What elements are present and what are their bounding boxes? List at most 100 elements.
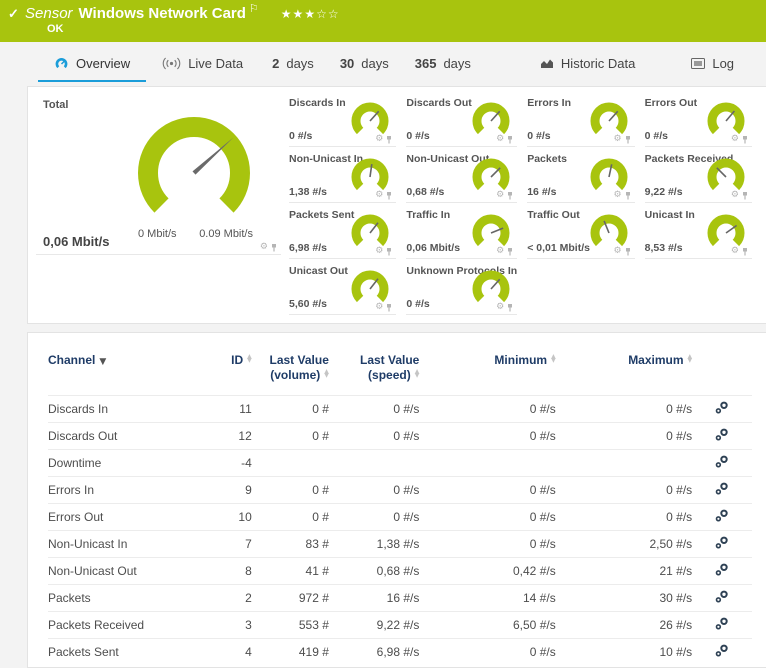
cell-channel[interactable]: Packets	[48, 584, 196, 612]
cell-minimum: 0 #/s	[419, 530, 556, 558]
channel-gauge-cell[interactable]: Non-Unicast Out 0,68 #/s ⚙	[406, 153, 518, 203]
column-header-maximum[interactable]: Maximum ▲ ▼	[556, 353, 692, 396]
channel-settings-icon[interactable]	[715, 563, 729, 580]
cell-last-value-volume: 0 #	[251, 395, 329, 423]
channel-gauge-cell[interactable]: Unicast Out 5,60 #/s ⚙	[289, 265, 397, 315]
gauge-pin-icon[interactable]	[385, 247, 393, 256]
column-label: Last Value	[359, 353, 420, 367]
gauge-pin-icon[interactable]	[741, 191, 749, 200]
channel-settings-icon[interactable]	[715, 644, 729, 661]
cell-last-value-volume	[251, 449, 329, 477]
column-label: (volume)	[270, 368, 321, 382]
channel-gauge-value: 0,06 Mbit/s	[406, 242, 461, 254]
gauge-settings-icon[interactable]: ⚙	[375, 191, 383, 200]
sort-icon: ▲ ▼	[414, 367, 420, 379]
gauge-settings-icon[interactable]: ⚙	[375, 303, 383, 312]
channel-gauge-cell[interactable]: Discards In 0 #/s ⚙	[289, 97, 397, 147]
tab-historic-data[interactable]: Historic Data	[524, 46, 651, 82]
gauge-settings-icon[interactable]: ⚙	[731, 247, 739, 256]
column-header-id[interactable]: ID ▲ ▼	[195, 353, 252, 396]
cell-maximum: 0 #/s	[555, 395, 693, 423]
channel-gauge-cell[interactable]: Non-Unicast In 1,38 #/s ⚙	[289, 153, 397, 203]
gauge-pin-icon[interactable]	[624, 191, 632, 200]
gauge-settings-icon[interactable]: ⚙	[496, 191, 504, 200]
column-header-last-value-speed[interactable]: Last Value (speed) ▲ ▼	[329, 353, 419, 396]
channel-gauge-cell[interactable]: Errors Out 0 #/s ⚙	[644, 97, 752, 147]
gauge-settings-icon[interactable]: ⚙	[731, 191, 739, 200]
gauge-settings-icon[interactable]: ⚙	[496, 247, 504, 256]
gauge-pin-icon[interactable]	[385, 135, 393, 144]
gauge-settings-icon[interactable]: ⚙	[375, 135, 383, 144]
sort-icon: ▲ ▼	[551, 352, 556, 364]
gauge-pin-icon[interactable]	[270, 243, 278, 252]
cell-channel[interactable]: Non-Unicast In	[48, 530, 196, 558]
gauge-settings-icon[interactable]: ⚙	[375, 247, 383, 256]
column-header-minimum[interactable]: Minimum ▲ ▼	[419, 353, 555, 396]
channel-gauge-cell[interactable]: Discards Out 0 #/s ⚙	[406, 97, 518, 147]
cell-channel[interactable]: Packets Received	[48, 611, 196, 639]
channel-gauge-cell[interactable]: Errors In 0 #/s ⚙	[527, 97, 635, 147]
channel-gauge-cell[interactable]: Unicast In 8,53 #/s ⚙	[644, 209, 752, 259]
channel-gauge-value: 0,68 #/s	[406, 186, 445, 198]
gauge-pin-icon[interactable]	[624, 135, 632, 144]
channel-settings-icon[interactable]	[715, 482, 729, 499]
gauge-settings-icon[interactable]: ⚙	[731, 135, 739, 144]
channel-gauge-cell[interactable]: Packets Received 9,22 #/s ⚙	[644, 153, 752, 203]
gauge-pin-icon[interactable]	[506, 135, 514, 144]
tab-overview[interactable]: Overview	[38, 46, 147, 82]
cell-last-value-speed: 1,38 #/s	[328, 530, 420, 558]
cell-minimum: 0 #/s	[419, 476, 556, 504]
total-gauge-cell[interactable]: Total 0,06 Mbit/s 0 Mbit/s 0.09 Mbit/s ⚙	[36, 95, 281, 255]
cell-channel[interactable]: Discards Out	[48, 422, 196, 450]
cell-channel[interactable]: Discards In	[48, 395, 196, 423]
gauge-settings-icon[interactable]: ⚙	[260, 243, 268, 252]
cell-maximum	[555, 449, 693, 477]
cell-maximum: 21 #/s	[555, 557, 693, 585]
channel-table-panel: Channel ▼ ID ▲ ▼ Last Value (volume) ▲ ▼ Last…	[27, 332, 766, 668]
gauge-icon	[54, 56, 69, 70]
cell-channel[interactable]: Packets Sent	[48, 638, 196, 666]
tab-log[interactable]: Log	[675, 46, 750, 82]
channel-gauge-cell[interactable]: Traffic Out < 0,01 Mbit/s ⚙	[527, 209, 635, 259]
flag-icon[interactable]: ⚐	[249, 2, 259, 15]
gauge-pin-icon[interactable]	[385, 303, 393, 312]
channel-settings-icon[interactable]	[715, 590, 729, 607]
cell-channel[interactable]: Errors In	[48, 476, 196, 504]
tab-365-days[interactable]: 365 days	[402, 46, 484, 82]
column-header-channel[interactable]: Channel ▼	[48, 353, 195, 396]
channel-settings-icon[interactable]	[715, 509, 729, 526]
cell-channel[interactable]: Errors Out	[48, 503, 196, 531]
gauge-settings-icon[interactable]: ⚙	[496, 135, 504, 144]
cell-channel[interactable]: Downtime	[48, 449, 196, 477]
channel-settings-icon[interactable]	[715, 536, 729, 553]
channel-settings-icon[interactable]	[715, 401, 729, 418]
channel-gauge-cell[interactable]: Packets 16 #/s ⚙	[527, 153, 635, 203]
gauge-pin-icon[interactable]	[624, 247, 632, 256]
gauge-pin-icon[interactable]	[741, 135, 749, 144]
cell-last-value-volume: 0 #	[251, 503, 329, 531]
gauge-pin-icon[interactable]	[506, 191, 514, 200]
tab-2-days[interactable]: 2 days	[259, 46, 327, 82]
channel-gauge-cell[interactable]: Packets Sent 6,98 #/s ⚙	[289, 209, 397, 259]
gauge-settings-icon[interactable]: ⚙	[614, 247, 622, 256]
gauge-settings-icon[interactable]: ⚙	[496, 303, 504, 312]
channel-settings-icon[interactable]	[715, 455, 729, 472]
cell-channel[interactable]: Non-Unicast Out	[48, 557, 196, 585]
tab-label: Historic Data	[560, 55, 636, 71]
gauge-settings-icon[interactable]: ⚙	[614, 135, 622, 144]
channel-gauge-cell[interactable]: Traffic In 0,06 Mbit/s ⚙	[406, 209, 518, 259]
gauge-pin-icon[interactable]	[385, 191, 393, 200]
channel-gauge-cell[interactable]: Unknown Protocols In 0 #/s ⚙	[406, 265, 518, 315]
tab-live-data[interactable]: Live Data	[146, 46, 259, 82]
channel-settings-icon[interactable]	[715, 617, 729, 634]
gauge-settings-icon[interactable]: ⚙	[614, 191, 622, 200]
gauge-pin-icon[interactable]	[506, 303, 514, 312]
gauge-pin-icon[interactable]	[741, 247, 749, 256]
column-header-last-value-volume[interactable]: Last Value (volume) ▲ ▼	[252, 353, 329, 396]
cell-id: 2	[195, 584, 252, 612]
channel-settings-icon[interactable]	[715, 428, 729, 445]
star-rating[interactable]: ★★★☆☆	[281, 7, 340, 21]
gauge-pin-icon[interactable]	[506, 247, 514, 256]
channel-gauge-needle	[490, 278, 501, 290]
tab-30-days[interactable]: 30 days	[327, 46, 402, 82]
